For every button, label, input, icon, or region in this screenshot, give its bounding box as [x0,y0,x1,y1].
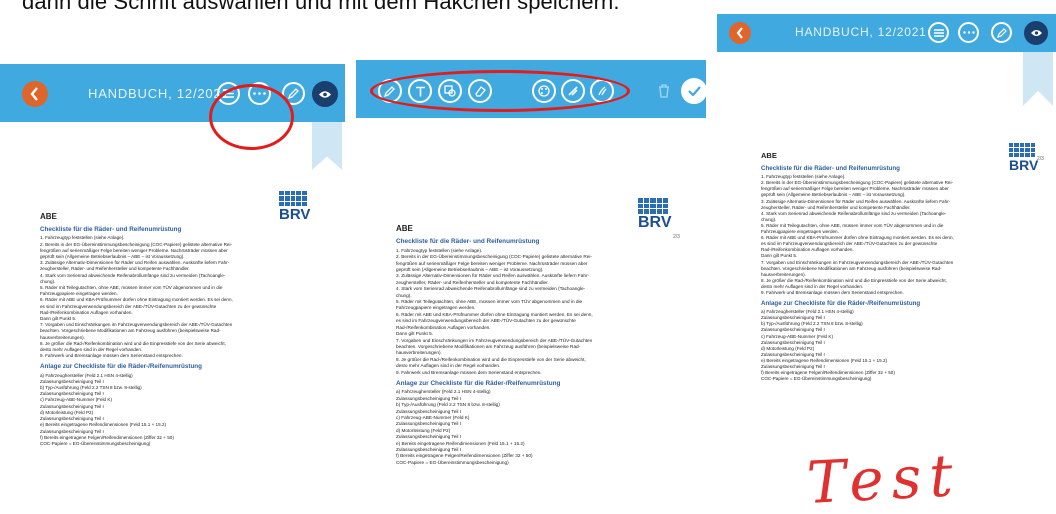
checklist-items: 1. Fahrzeugtyp feststellen (siehe Anlage… [761,174,1051,296]
instruction-caption: dann die Schrift auswählen und mit dem H… [22,0,620,14]
more-dots-icon [962,31,975,34]
checklist-items: 1. Fahrzeugtyp feststellen (siehe Anlage… [40,235,340,359]
handwritten-annotation[interactable]: Test [805,441,962,514]
bookmark-ribbon[interactable] [1023,52,1053,106]
list-item: 9. Fahrwerk und Bremsanlage müssen dem S… [761,289,904,295]
save-check-button[interactable] [681,78,706,104]
back-button[interactable] [22,81,48,107]
list-item: COC-Papiere = EG-Übereinstimmungsbeschei… [40,440,151,446]
list-menu-button[interactable] [928,22,949,43]
check-icon [687,86,701,96]
section-title: ABE [761,151,777,160]
eye-icon [1030,30,1042,36]
list-item: COC-Papiere = EG-Übereinstimmungsbeschei… [396,459,509,465]
more-options-button[interactable] [958,22,979,43]
pencil-icon [288,88,299,99]
document-page: ABE Checkliste für die Räder- und Reifen… [396,224,696,466]
document-page: ABE Checkliste für die Räder- und Reifen… [40,212,340,447]
document-page: ABE Checkliste für die Räder- und Reifen… [761,151,1051,382]
view-button[interactable] [1024,21,1048,45]
checklist-heading: Checkliste für die Räder- und Reifenumrü… [761,165,900,173]
list-icon [933,28,944,37]
document-title: HANDBUCH, 12/2021 [88,86,230,101]
document-title: HANDBUCH, 12/2021 [795,25,927,39]
screenshot-panel-1: HANDBUCH, 12/2021 BRV ABE Checkliste für… [0,64,345,514]
highlight-circle [209,84,294,150]
checklist-items: 1. Fahrzeugtyp feststellen (siehe Anlage… [396,248,696,376]
appendix-items: a) Fahrzeughersteller (Feld 2.1 HSN 4-st… [40,373,340,447]
appendix-heading: Anlage zur Checkliste für die Räder-/Rei… [396,379,561,387]
highlight-ellipse [370,70,630,112]
appendix-heading: Anlage zur Checkliste für die Räder-/Rei… [761,300,921,308]
section-title: ABE [40,212,57,221]
checklist-heading: Checkliste für die Räder- und Reifenumrü… [40,226,182,234]
list-item: 9. Fahrwerk und Bremsanlage müssen dem S… [40,353,183,359]
app-toolbar: HANDBUCH, 12/2021 [717,14,1056,52]
chevron-left-icon [736,27,743,39]
back-button[interactable] [729,22,751,44]
section-title: ABE [396,224,413,233]
appendix-heading: Anlage zur Checkliste für die Räder-/Rei… [40,363,202,371]
view-button[interactable] [312,81,338,107]
appendix-items: a) Fahrzeughersteller (Feld 2.1 HSN 4-st… [761,309,1051,382]
screenshot-panel-3: HANDBUCH, 12/2021 BRV 2/3 ABE Checkliste… [717,14,1056,514]
checklist-heading: Checkliste für die Räder- und Reifenumrü… [396,238,540,246]
appendix-items: a) Fahrzeughersteller (Feld 2.1 HSN 4-st… [396,389,696,466]
delete-button[interactable] [652,79,676,103]
chevron-left-icon [30,87,38,101]
list-item: COC-Papiere = EG-Übereinstimmungsbeschei… [761,376,872,382]
screenshot-panel-2: BRV 2/3 ABE Checkliste für die Räder- un… [356,60,706,514]
eye-icon [319,90,331,98]
edit-button[interactable] [991,22,1012,43]
bookmark-ribbon[interactable] [312,122,342,170]
trash-icon [659,84,669,98]
list-item: 9. Fahrwerk und Bremsanlage müssen dem S… [396,369,542,375]
pencil-icon [996,27,1007,38]
